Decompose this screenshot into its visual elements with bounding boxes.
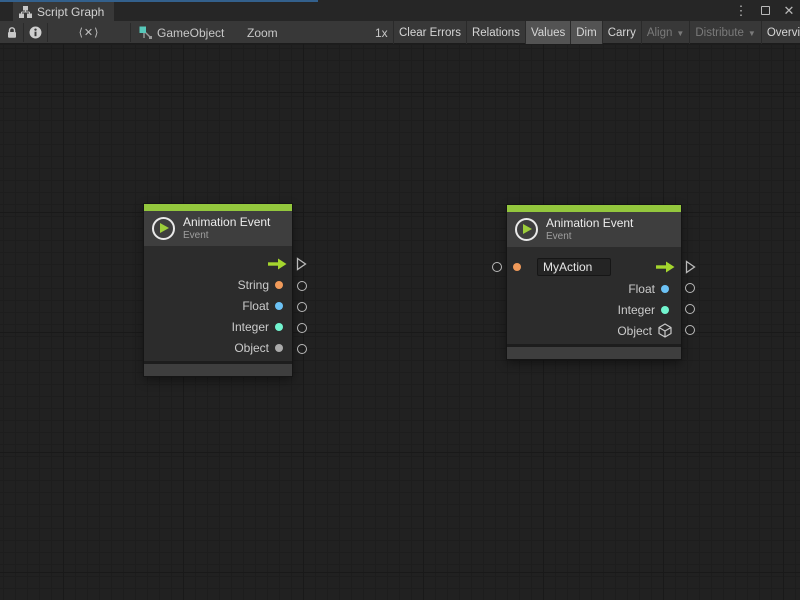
align-dropdown[interactable]: Align ▼: [641, 21, 690, 44]
event-name-input[interactable]: [537, 258, 611, 276]
relations-button[interactable]: Relations: [466, 21, 525, 44]
gameobject-icon: [136, 21, 154, 44]
integer-port-dot: [275, 323, 283, 331]
node-header[interactable]: Animation Event Event: [507, 212, 681, 247]
graph-canvas[interactable]: Animation Event Event String: [0, 44, 800, 600]
target-object-label[interactable]: GameObject: [157, 21, 224, 44]
node-animation-event-1[interactable]: Animation Event Event String: [144, 204, 292, 376]
object-cube-icon: [658, 323, 672, 338]
node-body: String Float Integer Object: [144, 246, 292, 361]
integer-output-port[interactable]: [685, 304, 695, 314]
chevron-down-icon: ▼: [676, 29, 684, 38]
node-subtitle: Event: [546, 231, 633, 243]
toolbar-divider: [130, 23, 131, 42]
code-preview-button[interactable]: ⟨✕⟩: [48, 21, 130, 44]
node-color-bar: [144, 204, 292, 211]
node-subtitle: Event: [183, 230, 270, 242]
menu-dots-icon[interactable]: ⋮: [734, 0, 748, 21]
node-footer: [144, 364, 292, 376]
tab-label: Script Graph: [37, 5, 104, 19]
window-controls: ⋮ ✕: [734, 0, 796, 21]
object-output-port[interactable]: [297, 344, 307, 354]
float-output-port[interactable]: [685, 283, 695, 293]
node-title: Animation Event: [546, 217, 633, 231]
values-button[interactable]: Values: [525, 21, 570, 44]
node-body: Float Integer Object: [507, 247, 681, 344]
float-output-port[interactable]: [297, 302, 307, 312]
lock-button[interactable]: [0, 21, 23, 44]
string-output-port[interactable]: [297, 281, 307, 291]
clear-errors-button[interactable]: Clear Errors: [393, 21, 466, 44]
tab-script-graph[interactable]: Script Graph: [13, 2, 114, 21]
zoom-label: Zoom: [247, 21, 278, 44]
flow-output-row: [144, 253, 292, 274]
graph-icon: [19, 6, 32, 18]
event-play-icon: [152, 217, 175, 240]
overview-button[interactable]: Overview: [761, 21, 800, 44]
name-input-port-dot: [513, 263, 521, 271]
port-row: Float: [507, 278, 681, 299]
lock-icon: [6, 26, 18, 39]
name-input-row: [507, 256, 681, 278]
flow-arrow-icon: [655, 261, 675, 273]
close-icon[interactable]: ✕: [782, 0, 796, 21]
port-row: Integer: [507, 299, 681, 320]
inspector-button[interactable]: [24, 21, 47, 44]
float-port-dot: [661, 285, 669, 293]
maximize-icon[interactable]: [758, 0, 772, 21]
node-color-bar: [507, 205, 681, 212]
port-row: Object: [144, 337, 292, 358]
object-output-port[interactable]: [685, 325, 695, 335]
chevron-down-icon: ▼: [748, 29, 756, 38]
toolbar-buttons: Clear Errors Relations Values Dim Carry …: [393, 21, 800, 44]
integer-output-port[interactable]: [297, 323, 307, 333]
node-animation-event-2[interactable]: Animation Event Event Float: [507, 205, 681, 359]
carry-button[interactable]: Carry: [602, 21, 641, 44]
graph-toolbar: ⟨✕⟩ GameObject Zoom 1x Clear Errors Rela…: [0, 21, 800, 44]
object-port-dot: [275, 344, 283, 352]
script-graph-window: Script Graph ⋮ ✕ ⟨✕⟩: [0, 0, 800, 600]
flow-arrow-icon: [267, 258, 287, 270]
node-title: Animation Event: [183, 216, 270, 230]
code-preview-icon: ⟨✕⟩: [79, 26, 100, 39]
dim-button[interactable]: Dim: [570, 21, 601, 44]
node-header[interactable]: Animation Event Event: [144, 211, 292, 246]
integer-port-dot: [661, 306, 669, 314]
flow-output-port[interactable]: [685, 260, 696, 274]
node-footer: [507, 347, 681, 359]
port-row: Integer: [144, 316, 292, 337]
zoom-value: 1x: [375, 21, 388, 44]
distribute-dropdown[interactable]: Distribute ▼: [689, 21, 761, 44]
flow-output-port[interactable]: [296, 257, 307, 271]
title-bar: Script Graph ⋮ ✕: [0, 0, 800, 21]
port-row: String: [144, 274, 292, 295]
info-icon: [29, 26, 42, 39]
string-port-dot: [275, 281, 283, 289]
name-input-port[interactable]: [492, 262, 502, 272]
float-port-dot: [275, 302, 283, 310]
port-row: Float: [144, 295, 292, 316]
port-row: Object: [507, 320, 681, 341]
event-play-icon: [515, 218, 538, 241]
